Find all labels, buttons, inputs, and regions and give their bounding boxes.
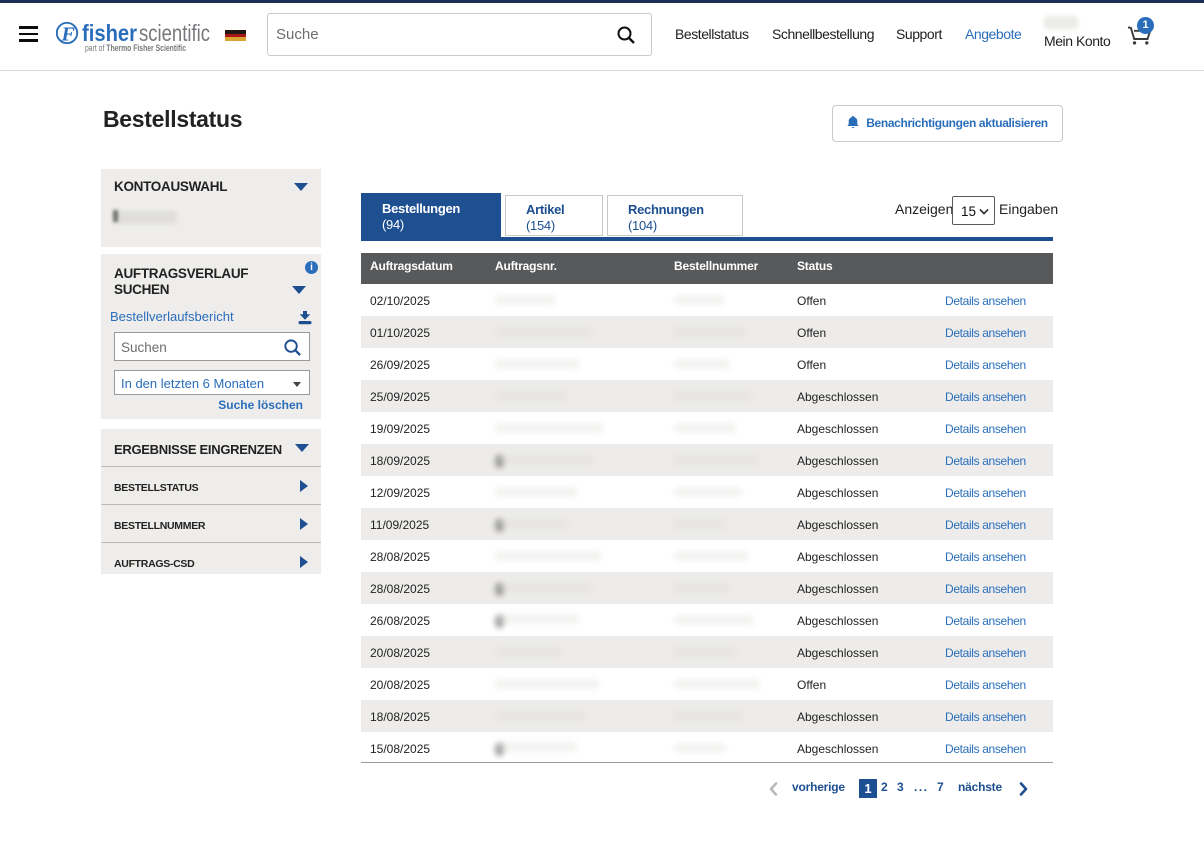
svg-text:part of Thermo Fisher Scientif: part of Thermo Fisher Scientific xyxy=(85,43,186,53)
svg-text:F: F xyxy=(61,24,76,46)
